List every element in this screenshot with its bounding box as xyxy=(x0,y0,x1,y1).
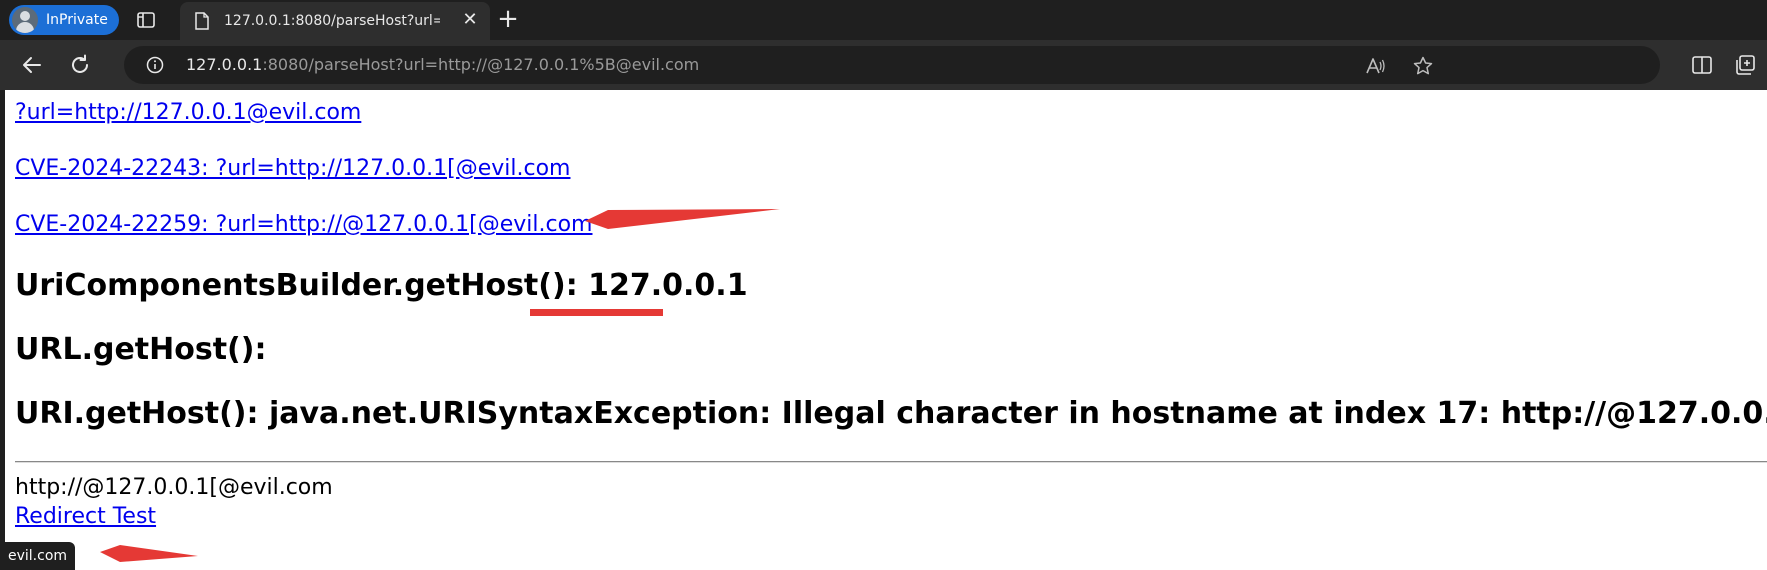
inprivate-label: InPrivate xyxy=(46,12,108,28)
tab-active[interactable]: 127.0.0.1:8080/parseHost?url=http: ✕ xyxy=(180,2,490,40)
link-cve-2024-22259[interactable]: CVE-2024-22259: ?url=http://@127.0.0.1[@… xyxy=(15,212,592,237)
tab-strip: InPrivate 127.0.0.1:8080/parseHost?url=h… xyxy=(0,0,1767,40)
builder-gethost-label: UriComponentsBuilder.getHost(): xyxy=(15,268,589,303)
address-host: 127.0.0.1 xyxy=(186,55,263,74)
close-icon[interactable]: ✕ xyxy=(460,10,480,30)
split-screen-icon[interactable] xyxy=(1690,53,1714,77)
address-text[interactable]: 127.0.0.1:8080/parseHost?url=http://@127… xyxy=(186,55,699,74)
refresh-icon[interactable] xyxy=(68,53,92,77)
tab-actions-icon[interactable] xyxy=(136,10,156,30)
divider xyxy=(15,461,1767,463)
plus-icon[interactable]: + xyxy=(496,6,520,32)
status-bar: evil.com xyxy=(0,542,76,570)
url-gethost-heading: URL.getHost(): xyxy=(15,332,267,367)
redirect-test-link[interactable]: Redirect Test xyxy=(15,504,156,529)
address-bar[interactable]: 127.0.0.1:8080/parseHost?url=http://@127… xyxy=(124,46,1660,84)
link-cve-2024-22243[interactable]: CVE-2024-22243: ?url=http://127.0.0.1[@e… xyxy=(15,156,570,181)
builder-gethost-value: 127.0.0.1 xyxy=(588,268,748,303)
info-icon[interactable] xyxy=(146,56,164,74)
toolbar: 127.0.0.1:8080/parseHost?url=http://@127… xyxy=(0,40,1767,90)
page-content: ?url=http://127.0.0.1@evil.com CVE-2024-… xyxy=(5,90,1767,570)
page-icon xyxy=(194,12,210,30)
builder-gethost-heading: UriComponentsBuilder.getHost(): 127.0.0.… xyxy=(15,268,748,303)
uri-gethost-heading: URI.getHost(): java.net.URISyntaxExcepti… xyxy=(15,396,1767,431)
favorite-icon[interactable] xyxy=(1412,55,1434,77)
address-path: :8080/parseHost?url=http://@127.0.0.1%5B… xyxy=(262,55,700,74)
tab-title: 127.0.0.1:8080/parseHost?url=http: xyxy=(224,13,440,29)
link-userinfo[interactable]: ?url=http://127.0.0.1@evil.com xyxy=(15,100,361,125)
collections-icon[interactable] xyxy=(1734,53,1758,77)
avatar-icon xyxy=(12,7,38,33)
echo-url: http://@127.0.0.1[@evil.com xyxy=(15,475,333,500)
inprivate-badge[interactable]: InPrivate xyxy=(9,5,119,35)
back-icon[interactable] xyxy=(20,53,44,77)
read-aloud-icon[interactable] xyxy=(1364,55,1386,77)
